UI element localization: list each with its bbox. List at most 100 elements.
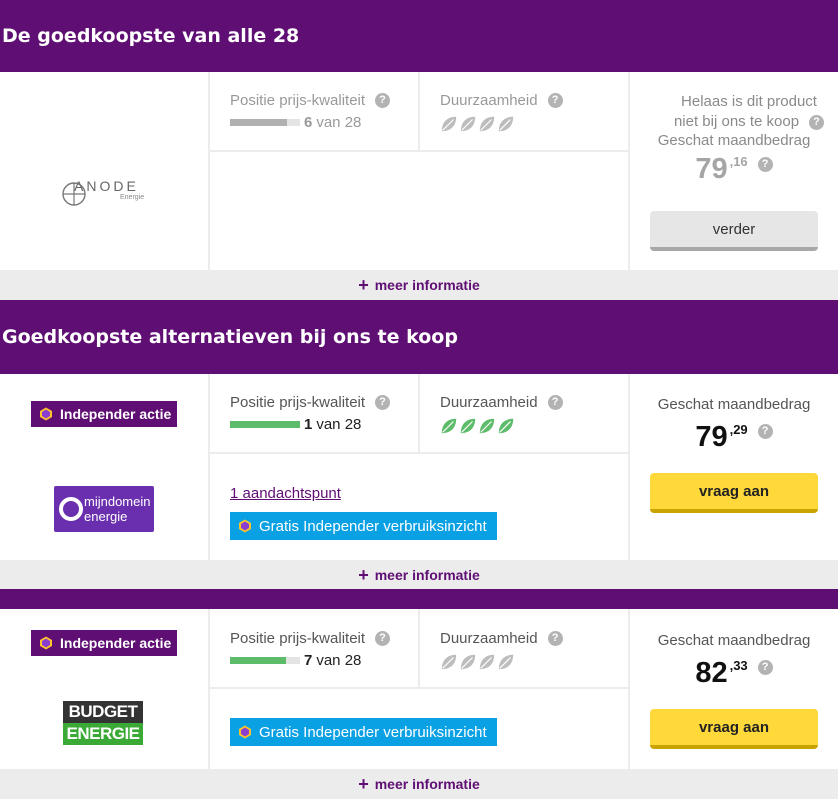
vraag-aan-button[interactable]: vraag aan [650, 473, 818, 513]
section-title-text: Goedkoopste alternatieven bij ons te koo… [2, 326, 458, 348]
position-of: van 28 [316, 652, 362, 669]
help-icon[interactable]: ? [809, 114, 825, 130]
gratis-text: Gratis Independer verbruiksinzicht [259, 723, 487, 741]
section-title-cheapest: De goedkoopste van alle 28 [0, 0, 838, 72]
leaf-icon [498, 654, 514, 670]
product-card-budget-energie: Independer actie BUDGET ENERGIE Positie … [0, 609, 838, 769]
unavailable-line-1: Helaas is dit product [681, 93, 817, 110]
sustainability-leaves [440, 417, 620, 435]
divider [208, 150, 628, 152]
position-label: Positie prijs-kwaliteit ? [230, 394, 410, 411]
price-integer: 79 [695, 421, 728, 453]
price-decimal: ,16 [729, 154, 748, 169]
help-icon[interactable]: ? [757, 660, 773, 675]
price-label: Geschat maandbedrag [657, 632, 811, 649]
position-rating: 7 van 28 [230, 652, 410, 669]
price-decimal: ,33 [729, 658, 748, 673]
divider [208, 374, 210, 560]
mijndomein-logo-icon [59, 497, 83, 521]
position-bar-fill [230, 119, 288, 126]
position-cell: Positie prijs-kwaliteit ? 7 van 28 [230, 630, 410, 669]
more-info-text: meer informatie [374, 277, 480, 293]
help-icon[interactable]: ? [757, 157, 773, 172]
product-card-mijndomein: Independer actie mijndomein energie Posi… [0, 374, 838, 560]
sustainability-label: Duurzaamheid ? [440, 630, 620, 647]
independer-hex-icon [239, 725, 251, 739]
attention-point-link[interactable]: 1 aandachtspunt [230, 485, 341, 502]
more-info-text: meer informatie [374, 567, 480, 583]
leaf-icon [498, 116, 514, 132]
position-rating: 1 van 28 [230, 416, 410, 433]
unavailable-notice: Helaas is dit product niet bij ons te ko… [630, 92, 838, 132]
position-bar [230, 657, 300, 664]
leaf-icon [441, 418, 457, 434]
price-cell: Geschat maandbedrag 82 ,33 ? [630, 632, 838, 689]
badge-text: Independer actie [60, 406, 172, 422]
leaf-icon [460, 116, 476, 132]
sustainability-cell: Duurzaamheid ? [440, 394, 620, 435]
price-integer: 79 [695, 153, 728, 185]
position-label-text: Positie prijs-kwaliteit [230, 394, 366, 411]
position-rating: 6 van 28 [230, 114, 410, 131]
divider [208, 72, 210, 270]
leaf-icon [460, 654, 476, 670]
position-number: 1 [304, 416, 313, 433]
sustainability-label: Duurzaamheid ? [440, 92, 620, 109]
position-label-text: Positie prijs-kwaliteit [230, 630, 366, 647]
help-icon[interactable]: ? [547, 93, 563, 108]
vraag-aan-button[interactable]: vraag aan [650, 709, 818, 749]
divider [208, 609, 210, 769]
position-cell: Positie prijs-kwaliteit ? 6 van 28 [230, 92, 410, 131]
divider [208, 687, 628, 689]
help-icon[interactable]: ? [375, 395, 391, 410]
sustainability-label: Duurzaamheid ? [440, 394, 620, 411]
budget-logo-line2: ENERGIE [63, 723, 143, 745]
badge-text: Independer actie [60, 635, 172, 651]
independer-hex-icon [40, 407, 52, 421]
help-icon[interactable]: ? [375, 631, 391, 646]
more-info-link[interactable]: + meer informatie [0, 270, 838, 300]
help-icon[interactable]: ? [547, 631, 563, 646]
position-bar [230, 119, 300, 126]
independer-actie-badge: Independer actie [31, 401, 177, 427]
more-info-link[interactable]: + meer informatie [0, 769, 838, 799]
independer-hex-icon [40, 636, 52, 650]
price-cell: Geschat maandbedrag 79 ,29 ? [630, 396, 838, 453]
section-title-alternatives: Goedkoopste alternatieven bij ons te koo… [0, 300, 838, 374]
anode-logo-text: ANODE [74, 178, 139, 194]
position-bar [230, 421, 300, 428]
sustainability-leaves [440, 653, 620, 671]
leaf-icon [498, 418, 514, 434]
section-title-text: De goedkoopste van alle 28 [2, 25, 300, 47]
leaf-icon [460, 418, 476, 434]
more-info-link[interactable]: + meer informatie [0, 560, 838, 590]
independer-hex-icon [239, 519, 251, 533]
budget-logo-line1: BUDGET [63, 701, 143, 723]
position-bar-fill [230, 421, 300, 428]
card-separator [0, 589, 838, 609]
position-number: 6 [304, 114, 313, 131]
divider [208, 452, 628, 454]
help-icon[interactable]: ? [547, 395, 563, 410]
help-icon[interactable]: ? [375, 93, 391, 108]
price: 82 ,33 ? [630, 657, 838, 689]
plus-icon: + [358, 564, 369, 585]
mijndomein-logo-line1: mijndomein [84, 494, 151, 509]
plus-icon: + [358, 274, 369, 295]
price: 79 ,16 ? [630, 153, 838, 185]
position-cell: Positie prijs-kwaliteit ? 1 van 28 [230, 394, 410, 433]
sustainability-label-text: Duurzaamheid [440, 630, 538, 647]
position-label-text: Positie prijs-kwaliteit [230, 92, 366, 109]
sustainability-leaves [440, 115, 620, 133]
help-icon[interactable]: ? [757, 424, 773, 439]
position-number: 7 [304, 652, 313, 669]
price-integer: 82 [695, 657, 728, 689]
unavailable-line-2: niet bij ons te koop [673, 113, 800, 130]
leaf-icon [479, 418, 495, 434]
provider-logo-budget-energie: BUDGET ENERGIE [63, 701, 143, 745]
position-label: Positie prijs-kwaliteit ? [230, 92, 410, 109]
gratis-verbruiksinzicht-badge: Gratis Independer verbruiksinzicht [230, 512, 497, 540]
divider [418, 609, 420, 687]
gratis-verbruiksinzicht-badge: Gratis Independer verbruiksinzicht [230, 718, 497, 746]
verder-button[interactable]: verder [650, 211, 818, 251]
